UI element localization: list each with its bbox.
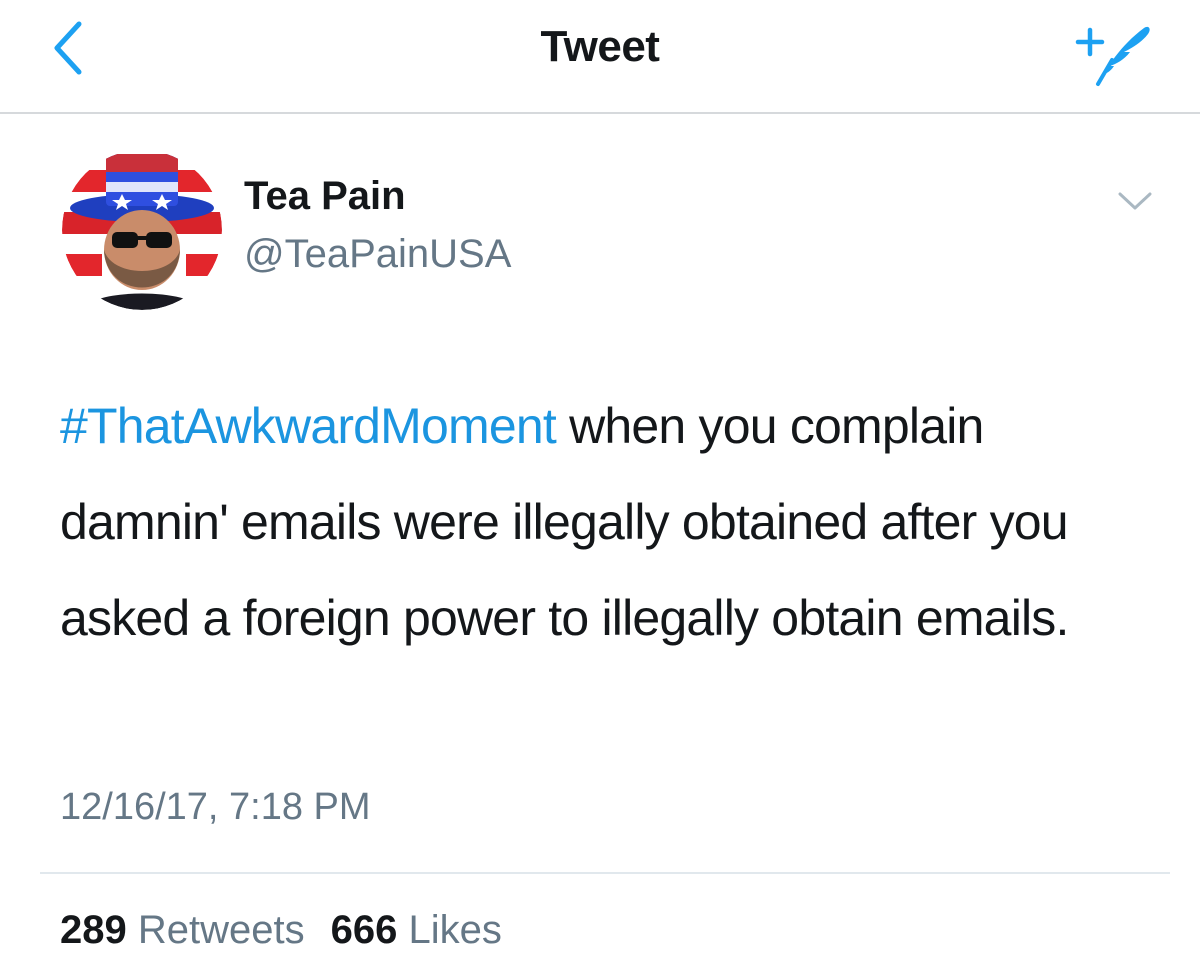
tweet-timestamp: 12/16/17, 7:18 PM — [60, 786, 371, 828]
tweet-text: #ThatAwkwardMoment when you complain dam… — [60, 378, 1160, 666]
page-title: Tweet — [540, 22, 660, 71]
tweet-detail-screen: Tweet Tea Pain @TeaPainUSA #ThatAwkwardM… — [0, 0, 1200, 972]
hashtag-link[interactable]: #ThatAwkwardMoment — [60, 398, 557, 454]
retweets-stat[interactable]: 289 Retweets — [60, 908, 305, 952]
author-handle[interactable]: @TeaPainUSA — [244, 232, 511, 277]
likes-label: Likes — [408, 908, 502, 952]
retweets-label: Retweets — [137, 908, 305, 952]
chevron-down-icon — [1110, 192, 1160, 226]
author-display-name[interactable]: Tea Pain — [244, 174, 406, 219]
compose-tweet-button[interactable] — [1068, 16, 1160, 90]
engagement-stats: 289 Retweets 666 Likes — [60, 908, 502, 953]
tweet-menu-button[interactable] — [1110, 182, 1160, 222]
compose-tweet-icon — [1068, 26, 1160, 94]
retweets-count: 289 — [60, 908, 127, 952]
likes-count: 666 — [330, 908, 398, 952]
divider — [40, 872, 1170, 874]
likes-stat[interactable]: 666 Likes — [331, 908, 502, 952]
avatar[interactable] — [62, 150, 222, 310]
navigation-bar: Tweet — [0, 0, 1200, 114]
